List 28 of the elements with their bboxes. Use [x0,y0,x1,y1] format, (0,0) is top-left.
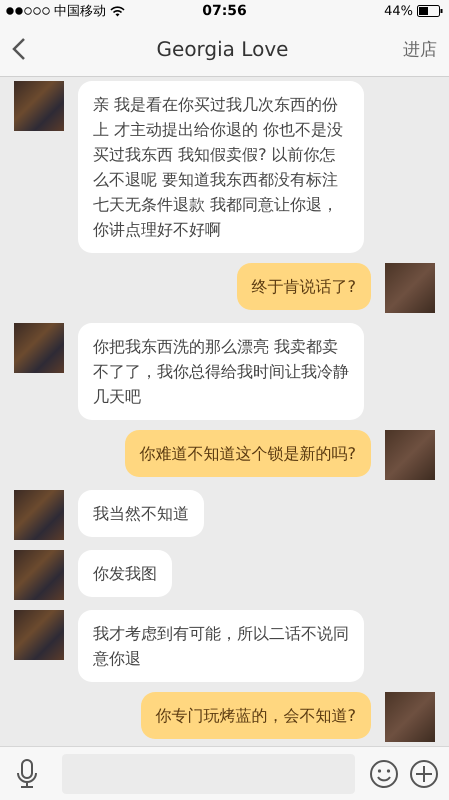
message-bubble: 终于肯说话了? [236,263,371,310]
add-icon[interactable] [409,758,439,788]
wifi-icon [110,6,125,16]
avatar-photo[interactable] [385,263,435,313]
enter-shop-button[interactable]: 进店 [403,38,437,60]
message-bubble: 你把我东西洗的那么漂亮 我卖都卖不了了，我你总得给我时间让我冷静几天吧 [78,323,364,420]
message-bubble: 我才考虑到有可能，所以二话不说同意你退 [78,610,364,682]
signal-icon [6,7,50,15]
microphone-icon[interactable] [16,758,38,788]
avatar-photo[interactable] [14,323,64,373]
avatar-photo[interactable] [385,430,435,480]
clock-time: 07:56 [202,3,247,19]
avatar-photo[interactable] [14,550,64,600]
message-bubble: 我当然不知道 [78,490,204,537]
avatar-photo[interactable] [385,692,435,742]
battery-percent: 44% [384,4,413,18]
avatar-photo[interactable] [14,490,64,540]
message-bubble: 你专门玩烤蓝的，会不知道? [140,692,371,739]
back-icon[interactable] [12,37,26,61]
avatar-photo[interactable] [14,81,64,131]
carrier-name: 中国移动 [54,3,106,20]
message-bubble: 你难道不知道这个锁是新的吗? [124,430,371,477]
message-bubble: 你发我图 [78,550,172,597]
message-bubble: 亲 我是看在你买过我几次东西的份上 才主动提出给你退的 你也不是没买过我东西 我知假卖假? 以前你怎么不退呢 要知道我东西都没有标注七天无条件退款 我都同意让你退，你讲点理好不好啊 [78,81,364,253]
battery-icon [417,5,443,17]
chat-title: Georgia Love [156,37,290,61]
emoji-icon[interactable] [369,758,399,788]
avatar-photo[interactable] [14,610,64,660]
